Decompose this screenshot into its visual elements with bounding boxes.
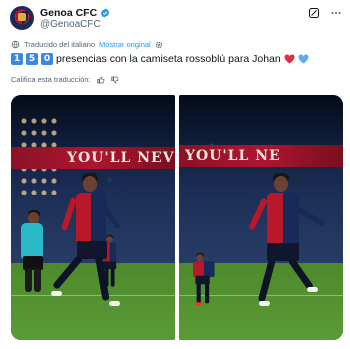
- tweet-card: Genoa CFC @GenoaCFC Traducido del italia…: [0, 0, 350, 349]
- keycap-digit-1: 1: [11, 53, 23, 65]
- tweet-text: 1 5 0 presencias con la camiseta rossobl…: [11, 53, 309, 65]
- verified-badge-icon: [101, 8, 110, 18]
- griffin-emblem: [18, 13, 26, 21]
- show-original-link[interactable]: Mostrar original: [99, 40, 151, 49]
- red-heart-icon: [284, 54, 295, 64]
- rate-translation-row: Califica esta traducción:: [11, 75, 119, 84]
- header-actions: [308, 7, 342, 19]
- translated-from-label: Traducido del italiano: [24, 40, 96, 49]
- pitch-line: [11, 295, 175, 296]
- keycap-digit-5: 5: [26, 53, 38, 65]
- stadium-stands: [179, 95, 343, 265]
- more-horizontal-icon[interactable]: [330, 7, 342, 19]
- translate-icon: [11, 40, 20, 49]
- translation-notice: Traducido del italiano Mostrar original: [11, 40, 163, 49]
- user-handle[interactable]: @GenoaCFC: [40, 19, 101, 30]
- avatar[interactable]: [10, 6, 34, 30]
- thumbs-down-icon[interactable]: [110, 76, 119, 84]
- tweet-photo-2[interactable]: YOU'LL NE: [179, 95, 343, 340]
- keycap-digit-0: 0: [41, 53, 53, 65]
- grok-icon[interactable]: [308, 7, 320, 19]
- display-name[interactable]: Genoa CFC: [40, 7, 97, 19]
- banner-text: YOU'LL NEVE: [67, 150, 175, 166]
- tweet-body: presencias con la camiseta rossoblù para…: [56, 53, 281, 65]
- tweet-photo-1[interactable]: YOU'LL NEVE: [11, 95, 175, 340]
- thumbs-up-icon[interactable]: [96, 75, 105, 84]
- gear-icon[interactable]: [155, 41, 163, 49]
- rate-translation-label: Califica esta traducción:: [11, 75, 91, 84]
- blue-heart-icon: [298, 54, 309, 64]
- banner-text: YOU'LL NE: [185, 148, 281, 164]
- name-row: Genoa CFC: [40, 6, 110, 20]
